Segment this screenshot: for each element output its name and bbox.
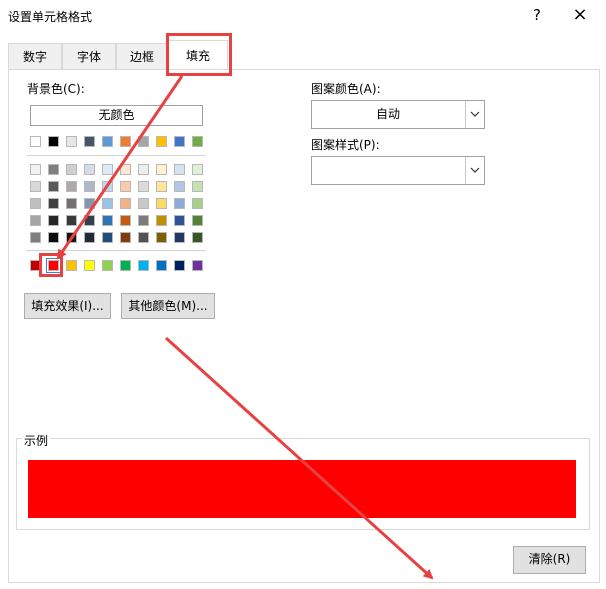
arrow-to-red-swatch <box>56 75 184 260</box>
arrow-to-clear-area <box>164 336 434 580</box>
annotation-arrows <box>56 75 434 580</box>
